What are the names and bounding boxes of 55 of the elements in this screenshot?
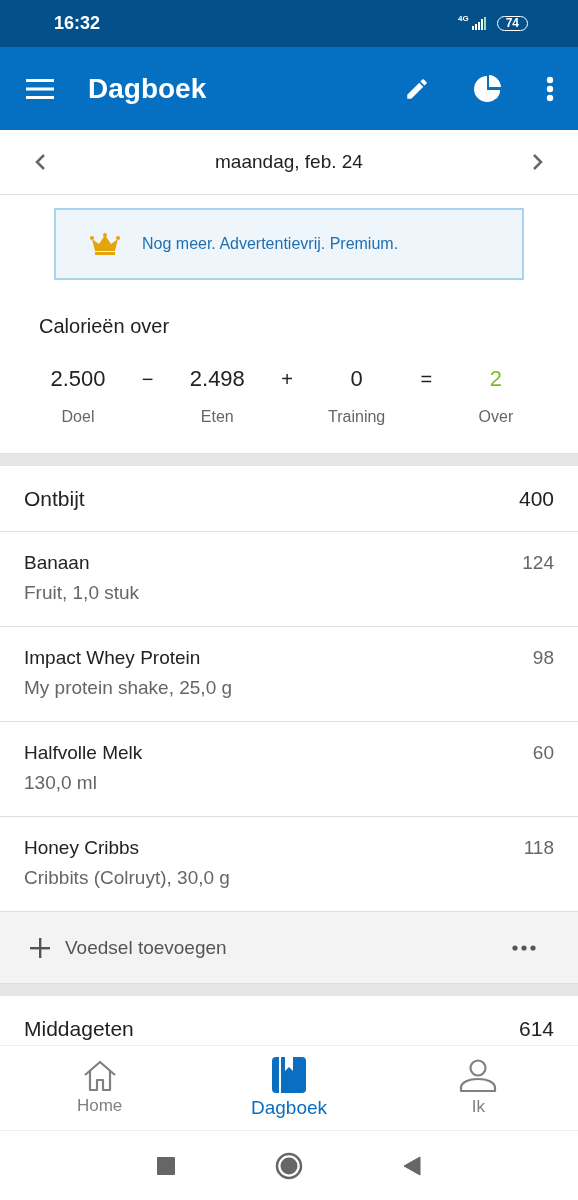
network-type: 4G [457,14,469,23]
food-calories: 118 [523,837,554,859]
home-circle-icon[interactable] [275,1151,303,1180]
calorie-value: 2 [489,366,503,392]
meal-calories: 614 [518,1016,554,1041]
calorie-label: Eten [200,408,234,426]
crown-icon [90,233,120,255]
calorie-value: 0 [350,366,363,392]
food-calories: 60 [532,742,554,764]
food-calories: 98 [532,647,554,669]
meal-name: Ontbijt [24,486,85,511]
food-detail: My protein shake, 25,0 g [24,677,233,699]
food-name: Banaan [24,552,91,574]
signal-icon [471,17,486,30]
app-title: Dagboek [88,72,208,105]
more-vertical-icon[interactable] [546,75,554,102]
food-row[interactable]: Impact Whey Protein My protein shake, 25,0 g 98 [0,627,578,722]
nav-tab[interactable]: Home [34,1046,165,1130]
food-calories: 124 [522,552,554,574]
nav-tab[interactable]: Dagboek [224,1046,354,1130]
food-name: Impact Whey Protein [24,647,202,669]
square-icon[interactable] [157,1156,175,1175]
operator-sign: + [281,368,293,391]
food-detail: Cribbits (Colruyt), 30,0 g [24,867,230,889]
chevron-right-icon[interactable] [532,153,544,171]
meal-name: Middageten [24,1016,134,1041]
calorie-label: Over [478,408,514,426]
calorie-value: 2.500 [50,366,106,392]
date-label: maandag, feb. 24 [215,151,363,173]
food-detail: 130,0 ml [24,772,98,794]
clock-time: 16:32 [54,13,101,34]
food-row[interactable]: Halfvolle Melk 130,0 ml 60 [0,722,578,817]
food-name: Honey Cribbs [24,837,141,859]
menu-icon[interactable] [26,78,54,99]
operator-sign: = [420,368,433,391]
calorie-label: Training [328,408,386,426]
book-icon [272,1057,306,1093]
person-icon [459,1059,498,1093]
meal-calories: 400 [518,486,554,511]
premium-banner[interactable]: Nog meer. Advertentievrij. Premium. [54,208,524,280]
pie-chart-icon[interactable] [473,73,503,104]
food-row[interactable]: Banaan Fruit, 1,0 stuk 124 [0,532,578,627]
chevron-left-icon[interactable] [34,153,46,171]
nav-tab[interactable]: Ik [413,1046,544,1130]
premium-text: Nog meer. Advertentievrij. Premium. [142,235,399,253]
more-horizontal-icon[interactable] [512,944,536,951]
calorie-value: 2.498 [189,366,245,392]
section-title: Calorieën over [39,315,171,338]
operator-sign: − [141,368,154,391]
back-triangle-icon[interactable] [403,1155,421,1176]
plus-icon [30,937,50,958]
food-detail: Fruit, 1,0 stuk [24,582,140,604]
add-food-button[interactable]: Voedsel toevoegen [30,936,227,959]
calorie-label: Doel [61,408,95,426]
food-name: Halfvolle Melk [24,742,143,764]
